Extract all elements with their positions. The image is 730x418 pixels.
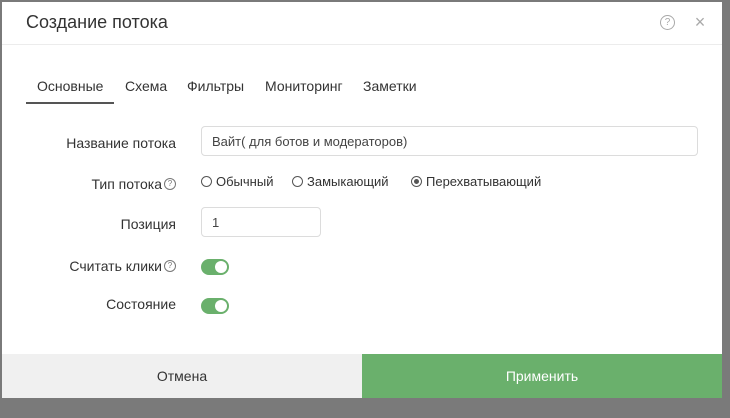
state-label: Состояние — [106, 296, 176, 312]
modal-header: Создание потока ? × — [2, 2, 722, 45]
modal-footer: Отмена Применить — [2, 354, 722, 398]
count-clicks-label: Считать клики? — [16, 258, 176, 274]
tab-filters[interactable]: Фильтры — [176, 72, 255, 102]
question-circle-icon[interactable]: ? — [164, 178, 176, 191]
apply-button[interactable]: Применить — [362, 354, 722, 398]
modal-title: Создание потока — [26, 12, 168, 32]
tab-label: Фильтры — [187, 78, 245, 94]
radio-closing[interactable]: Замыкающий — [292, 174, 389, 189]
radio-regular[interactable]: Обычный — [201, 174, 273, 189]
tab-label: Заметки — [363, 78, 417, 94]
stream-type-label-text: Тип потока — [91, 176, 162, 192]
tab-label: Основные — [37, 78, 104, 94]
create-stream-modal: Создание потока ? × Основные Схема Фильт… — [2, 2, 722, 398]
tab-label: Мониторинг — [265, 78, 343, 94]
close-icon[interactable]: × — [692, 13, 708, 31]
radio-intercepting[interactable]: Перехватывающий — [411, 174, 541, 189]
radio-circle-icon — [292, 176, 303, 188]
toggle-knob — [215, 300, 227, 312]
position-label: Позиция — [120, 216, 176, 232]
radio-label: Замыкающий — [307, 174, 389, 189]
tab-scheme[interactable]: Схема — [114, 72, 178, 102]
radio-label: Перехватывающий — [426, 174, 542, 189]
tab-label: Схема — [125, 78, 168, 94]
toggle-knob — [215, 261, 227, 273]
radio-circle-icon — [201, 176, 212, 188]
radio-circle-checked-icon — [411, 176, 422, 188]
count-clicks-label-text: Считать клики — [69, 258, 162, 274]
stream-type-label: Тип потока? — [16, 176, 176, 192]
radio-label: Обычный — [216, 174, 274, 189]
cancel-button[interactable]: Отмена — [2, 354, 362, 398]
tab-main[interactable]: Основные — [26, 72, 115, 104]
count-clicks-toggle[interactable] — [201, 259, 229, 275]
question-circle-icon[interactable]: ? — [164, 260, 176, 273]
position-input[interactable] — [201, 207, 321, 237]
tab-notes[interactable]: Заметки — [352, 72, 428, 102]
stream-name-label: Название потока — [66, 135, 176, 151]
stream-name-input[interactable] — [201, 126, 698, 156]
question-circle-icon[interactable]: ? — [660, 15, 675, 30]
state-toggle[interactable] — [201, 298, 229, 314]
tab-monitoring[interactable]: Мониторинг — [254, 72, 354, 102]
